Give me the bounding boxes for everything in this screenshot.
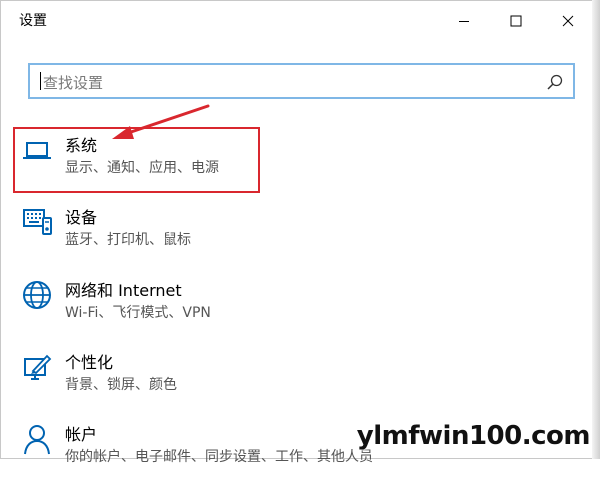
paint-icon (24, 354, 52, 380)
globe-icon (23, 281, 51, 309)
search-placeholder: 查找设置 (43, 74, 104, 92)
close-icon (562, 15, 574, 27)
window-edge-shadow (592, 0, 600, 459)
settings-item-personalization[interactable]: 个性化 背景、锁屏、颜色 (19, 349, 539, 413)
settings-item-network[interactable]: 网络和 Internet Wi-Fi、飞行模式、VPN (19, 277, 539, 341)
window-title: 设置 (19, 13, 47, 29)
search-icon (547, 74, 563, 90)
close-button[interactable] (545, 1, 591, 41)
highlight-box (13, 127, 260, 193)
item-subtitle: 背景、锁屏、颜色 (65, 377, 177, 393)
item-subtitle: Wi-Fi、飞行模式、VPN (65, 305, 211, 321)
maximize-button[interactable] (493, 1, 539, 41)
item-subtitle: 你的帐户、电子邮件、同步设置、工作、其他人员 (65, 449, 373, 465)
item-title: 帐户 (65, 425, 98, 444)
keyboard-icon (23, 209, 52, 235)
settings-window: 设置 查找设置 系统 显示、通知、应用、电源 设备 蓝牙、打印机、鼠标 网络和 … (0, 0, 600, 465)
item-title: 个性化 (65, 353, 114, 372)
watermark: ylmfwin100.com (356, 421, 591, 451)
item-subtitle: 蓝牙、打印机、鼠标 (65, 232, 191, 248)
person-icon (24, 425, 50, 455)
settings-item-devices[interactable]: 设备 蓝牙、打印机、鼠标 (19, 204, 539, 268)
item-title: 网络和 Internet (65, 281, 182, 300)
text-cursor (40, 72, 41, 90)
item-title: 设备 (65, 208, 98, 227)
search-input[interactable]: 查找设置 (28, 63, 575, 99)
minimize-button[interactable] (441, 1, 487, 41)
minimize-icon (459, 21, 469, 22)
maximize-icon (510, 15, 522, 27)
